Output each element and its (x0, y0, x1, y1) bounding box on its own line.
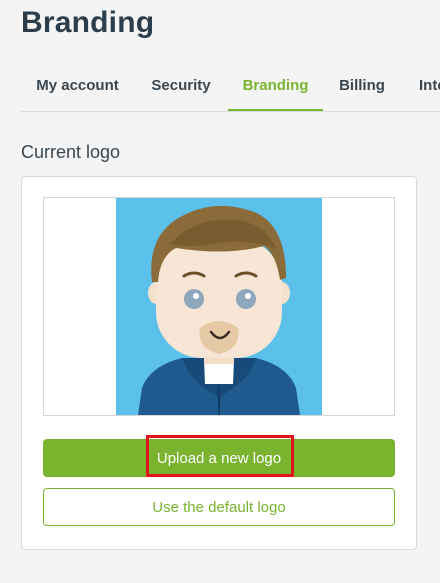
logo-preview (43, 197, 395, 416)
logo-card: Upload a new logo Use the default logo (21, 176, 417, 550)
page-title: Branding (21, 6, 155, 39)
avatar (116, 198, 322, 415)
tab-branding[interactable]: Branding (228, 68, 323, 111)
current-logo-label: Current logo (21, 142, 121, 162)
upload-logo-button[interactable]: Upload a new logo (43, 439, 395, 477)
tab-billing[interactable]: Billing (323, 68, 401, 109)
tab-security[interactable]: Security (134, 68, 228, 109)
tab-integrations[interactable]: Inte (401, 68, 440, 109)
tab-bar: My account Security Branding Billing Int… (21, 68, 440, 112)
tab-my-account[interactable]: My account (21, 68, 134, 109)
use-default-logo-button[interactable]: Use the default logo (43, 488, 395, 526)
avatar-illustration (138, 205, 300, 415)
